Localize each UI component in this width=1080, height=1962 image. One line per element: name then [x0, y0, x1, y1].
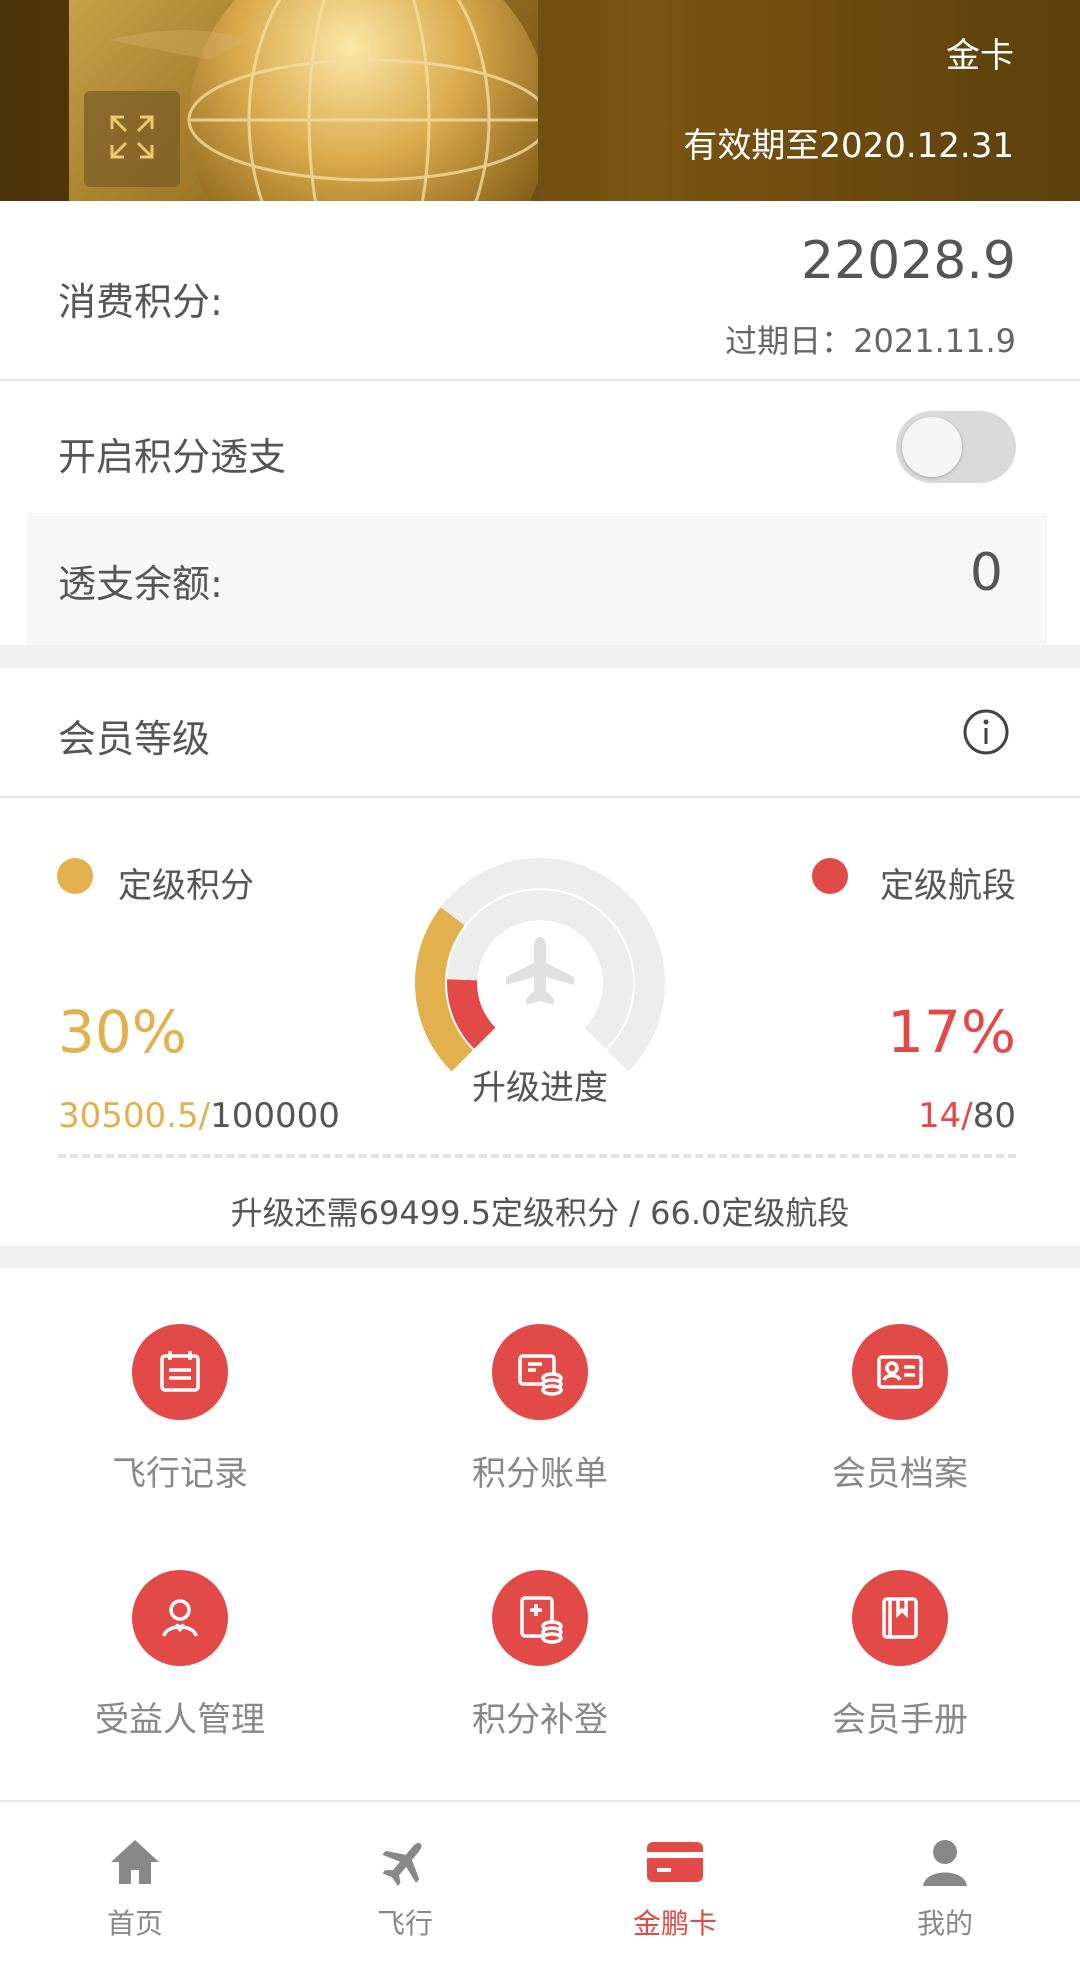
- beneficiary-icon: [132, 1570, 228, 1666]
- level-title: 会员等级: [58, 717, 211, 761]
- upgrade-remaining: 升级还需69499.5定级积分 / 66.0定级航段: [230, 1194, 850, 1232]
- tile-flight-records[interactable]: 飞行记录: [0, 1324, 360, 1564]
- overdraft-balance-label: 透支余额:: [58, 562, 223, 606]
- toggle-knob: [902, 417, 962, 477]
- calendar-icon: [132, 1324, 228, 1420]
- tab-label: 首页: [106, 1907, 163, 1940]
- tile-label: 积分账单: [472, 1454, 608, 1494]
- tile-label: 飞行记录: [112, 1454, 248, 1494]
- points-value: 22028.9: [800, 231, 1016, 291]
- tab-phoenix-card[interactable]: 金鹏卡: [540, 1802, 810, 1962]
- expand-icon: [108, 113, 156, 165]
- user-icon: [915, 1832, 975, 1892]
- card-validity: 有效期至2020.12.31: [683, 126, 1014, 166]
- handbook-icon: [852, 1570, 948, 1666]
- segments-legend-dot: [812, 858, 848, 894]
- tab-mine[interactable]: 我的: [810, 1802, 1080, 1962]
- tab-home[interactable]: 首页: [0, 1802, 270, 1962]
- points-panel: 消费积分: 22028.9 过期日：2021.11.9: [0, 201, 1080, 379]
- tile-points-bill[interactable]: 积分账单: [360, 1324, 720, 1564]
- tile-beneficiary[interactable]: 受益人管理: [0, 1570, 360, 1810]
- overdraft-toggle[interactable]: [896, 411, 1016, 483]
- tab-label: 飞行: [376, 1907, 433, 1940]
- overdraft-toggle-label: 开启积分透支: [58, 435, 287, 479]
- gauge-label: 升级进度: [472, 1068, 608, 1108]
- tile-label: 会员手册: [832, 1700, 968, 1740]
- tab-flight[interactable]: 飞行: [270, 1802, 540, 1962]
- points-label: 消费积分:: [58, 280, 223, 324]
- home-icon: [105, 1832, 165, 1892]
- tile-points-claim[interactable]: 积分补登: [360, 1570, 720, 1810]
- tab-label: 我的: [916, 1907, 973, 1940]
- expand-button[interactable]: [84, 91, 180, 187]
- segments-arc: [447, 979, 496, 1049]
- card-type: 金卡: [946, 36, 1014, 76]
- points-legend-label: 定级积分: [118, 866, 254, 906]
- segments-percent: 17%: [887, 998, 1016, 1066]
- tile-member-profile[interactable]: 会员档案: [720, 1324, 1080, 1564]
- overdraft-balance-row: 透支余额: 0: [27, 513, 1047, 645]
- card-icon: [645, 1832, 705, 1892]
- points-add-icon: [492, 1570, 588, 1666]
- tile-label: 会员档案: [832, 1454, 968, 1494]
- progress-panel: 定级积分 定级航段 30% 17% 30500.5/100000 14/80 升…: [0, 798, 1080, 1246]
- bill-icon: [492, 1324, 588, 1420]
- upgrade-progress-gauge: [415, 858, 665, 1072]
- bottom-tab-bar: 首页 飞行 金鹏卡 我的: [0, 1800, 1080, 1962]
- points-expiry: 过期日：2021.11.9: [725, 322, 1016, 360]
- member-card-banner: 金卡 有效期至2020.12.31: [0, 0, 1080, 201]
- segments-legend-label: 定级航段: [880, 866, 1016, 906]
- tile-member-handbook[interactable]: 会员手册: [720, 1570, 1080, 1810]
- tile-label: 受益人管理: [95, 1700, 265, 1740]
- points-percent: 30%: [58, 998, 187, 1066]
- plane-icon: [506, 937, 574, 1005]
- dashed-divider: [58, 1154, 1016, 1158]
- tile-label: 积分补登: [472, 1700, 608, 1740]
- level-header: 会员等级: [0, 668, 1080, 796]
- points-legend-dot: [57, 858, 93, 894]
- overdraft-balance-value: 0: [969, 543, 1003, 603]
- plane-icon: [375, 1832, 435, 1892]
- profile-card-icon: [852, 1324, 948, 1420]
- info-icon[interactable]: [962, 708, 1010, 760]
- tab-label: 金鹏卡: [632, 1907, 717, 1940]
